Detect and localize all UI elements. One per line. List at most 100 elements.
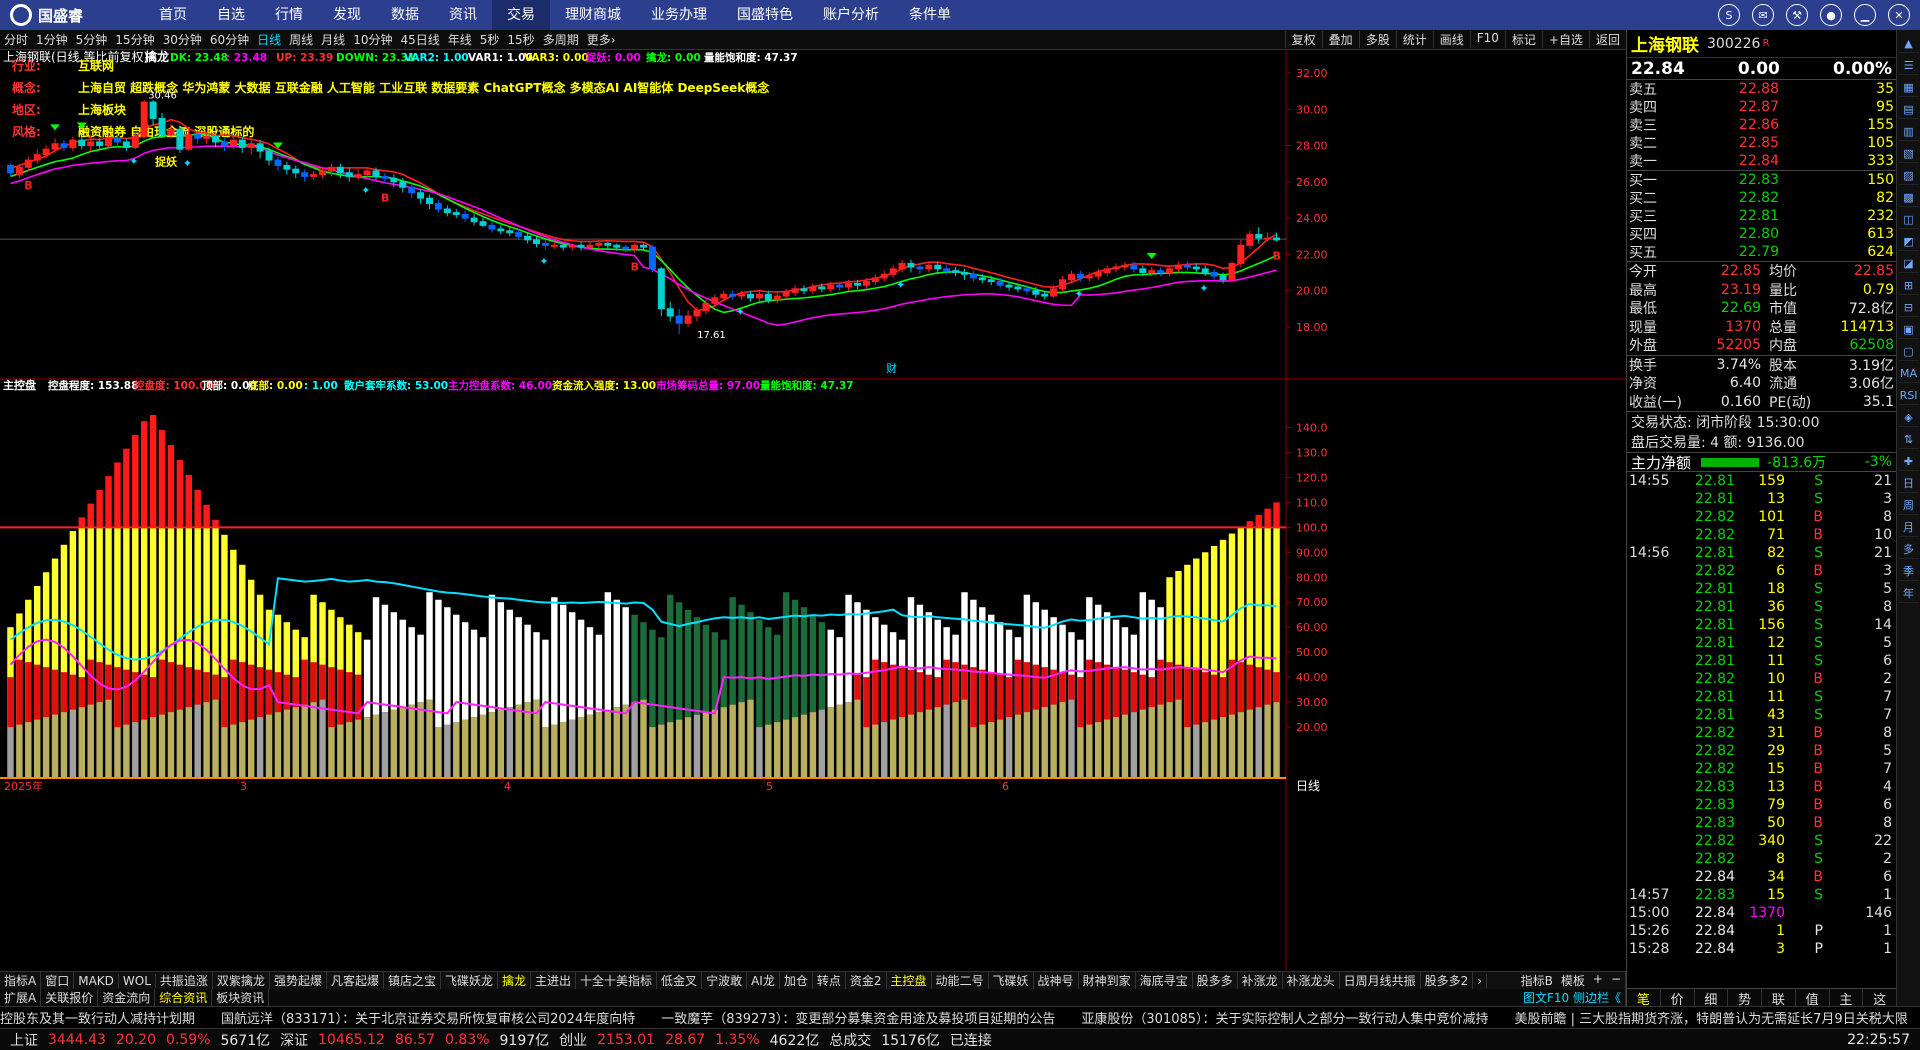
period-13[interactable]: 15秒 [503, 31, 538, 48]
period-15[interactable]: 更多› [583, 31, 620, 48]
extension-tab-4[interactable]: 板块资讯 [212, 989, 270, 1006]
window-control-icon-4[interactable]: ▁ [1854, 4, 1876, 26]
tick-row[interactable]: 22.81 11 S 6 [1627, 652, 1896, 670]
menu-item-5[interactable]: 资讯 [434, 0, 492, 30]
sidebar-button-icon-7[interactable]: ▩ [1898, 188, 1919, 207]
indicator-tab-3[interactable]: WOL [119, 973, 156, 988]
indicator-tab-6[interactable]: 强势起爆 [270, 972, 327, 989]
indicator-tab-18[interactable]: 资金2 [846, 972, 887, 989]
tick-row[interactable]: 22.83 79 B 6 [1627, 796, 1896, 814]
panel-tab-1[interactable]: 价 [1661, 989, 1695, 1008]
indicator-tab-16[interactable]: 加仓 [780, 972, 813, 989]
bid-row[interactable]: 买一 22.83 150 [1627, 171, 1896, 189]
indicator-tab-27[interactable]: 补涨龙头 [1283, 972, 1340, 989]
panel-tab-5[interactable]: 值 [1796, 989, 1830, 1008]
news-item-3[interactable]: 亚康股份（301085）：关于实际控制人之部分一致行动人集中竞价减持 [1081, 1008, 1488, 1027]
sidebar-button-icon-23[interactable]: 多 [1898, 540, 1919, 559]
tick-row[interactable]: 14:56 22.81 82 S 21 [1627, 544, 1896, 562]
period-9[interactable]: 10分钟 [349, 31, 396, 48]
ask-row[interactable]: 卖二 22.85 105 [1627, 134, 1896, 152]
sidebar-button-icon-6[interactable]: ▨ [1898, 166, 1919, 185]
news-item-0[interactable]: 控股东及其一致行动人减持计划期 [0, 1008, 195, 1027]
tick-row[interactable]: 22.82 71 B 10 [1627, 526, 1896, 544]
window-control-icon-1[interactable]: ✉ [1752, 4, 1774, 26]
period-2[interactable]: 5分钟 [72, 31, 112, 48]
sidebar-button-icon-17[interactable]: ◈ [1898, 408, 1919, 427]
period-5[interactable]: 60分钟 [206, 31, 253, 48]
indicator-tab-13[interactable]: 低金叉 [657, 972, 703, 989]
menu-item-2[interactable]: 行情 [260, 0, 318, 30]
indicator-right-0[interactable]: 指标B [1521, 972, 1553, 989]
toolbar-action-2[interactable]: 多股 [1358, 31, 1396, 48]
extension-tab-1[interactable]: 关联报价 [41, 989, 99, 1006]
tick-row[interactable]: 22.82 8 S 2 [1627, 850, 1896, 868]
tick-row[interactable]: 22.82 29 B 5 [1627, 742, 1896, 760]
toolbar-action-4[interactable]: 画线 [1432, 31, 1470, 48]
sidebar-button-icon-14[interactable]: ▢ [1898, 342, 1919, 361]
indicator-tab-19[interactable]: 主控盘 [887, 972, 932, 989]
indicator-tab-9[interactable]: 飞碟妖龙 [441, 972, 498, 989]
sidebar-button-icon-5[interactable]: ▧ [1898, 144, 1919, 163]
period-10[interactable]: 45日线 [396, 31, 443, 48]
ask-row[interactable]: 卖四 22.87 95 [1627, 98, 1896, 116]
indicator-tab-8[interactable]: 镇店之宝 [384, 972, 441, 989]
menu-item-9[interactable]: 国盛特色 [722, 0, 808, 30]
toolbar-action-6[interactable]: 标记 [1504, 31, 1542, 48]
indicator-tab-15[interactable]: AI龙 [747, 972, 780, 989]
period-0[interactable]: 分时 [0, 31, 32, 48]
indicator-right-1[interactable]: 模板 [1561, 972, 1585, 989]
indicator-tab-21[interactable]: 飞碟妖 [989, 972, 1034, 989]
sidebar-button-icon-22[interactable]: 月 [1898, 518, 1919, 537]
tick-row[interactable]: 15:00 22.84 1370 146 [1627, 904, 1896, 922]
indicator-tab-4[interactable]: 共振追涨 [156, 972, 213, 989]
sidebar-button-icon-8[interactable]: ◫ [1898, 210, 1919, 229]
panel-tab-0[interactable]: 笔 [1627, 989, 1661, 1008]
indicator-right-3[interactable]: − [1611, 972, 1621, 989]
sidebar-button-icon-24[interactable]: 季 [1898, 562, 1919, 581]
indicator-tab-25[interactable]: 股多多 [1193, 972, 1238, 989]
indicator-tab-5[interactable]: 双紫擒龙 [213, 972, 270, 989]
sidebar-button-icon-16[interactable]: RSI [1898, 386, 1919, 405]
period-11[interactable]: 年线 [444, 31, 476, 48]
sidebar-button-icon-21[interactable]: 周 [1898, 496, 1919, 515]
app-logo[interactable]: 国盛睿 [10, 4, 130, 26]
sidebar-button-icon-3[interactable]: ▤ [1898, 100, 1919, 119]
news-ticker[interactable]: 控股东及其一致行动人减持计划期 国航远洋（833171）：关于北京证券交易所恢复审… [0, 1006, 1920, 1028]
period-8[interactable]: 月线 [317, 31, 349, 48]
bid-row[interactable]: 买四 22.80 613 [1627, 225, 1896, 243]
indicator-tab-14[interactable]: 宁波敢 [702, 972, 748, 989]
panel-tab-3[interactable]: 势 [1728, 989, 1762, 1008]
sidebar-button-icon-19[interactable]: ✚ [1898, 452, 1919, 471]
tick-row[interactable]: 22.82 31 B 8 [1627, 724, 1896, 742]
menu-item-11[interactable]: 条件单 [894, 0, 966, 30]
tick-row[interactable]: 22.82 340 S 22 [1627, 832, 1896, 850]
tick-row[interactable]: 22.82 15 B 7 [1627, 760, 1896, 778]
tick-row[interactable]: 15:26 22.84 1 P 1 [1627, 922, 1896, 940]
panel-tab-4[interactable]: 联 [1762, 989, 1796, 1008]
panel-tab-7[interactable]: 这 [1863, 989, 1897, 1008]
tick-row[interactable]: 22.84 34 B 6 [1627, 868, 1896, 886]
bid-row[interactable]: 买三 22.81 232 [1627, 207, 1896, 225]
main-net-row[interactable]: 主力净额 -813.6万 -3% [1627, 452, 1896, 472]
indicator-tab-17[interactable]: 转点 [813, 972, 846, 989]
sidebar-button-icon-11[interactable]: ⊞ [1898, 276, 1919, 295]
sidebar-button-icon-4[interactable]: ▥ [1898, 122, 1919, 141]
tick-row[interactable]: 22.82 101 B 8 [1627, 508, 1896, 526]
sidebar-button-icon-10[interactable]: ◪ [1898, 254, 1919, 273]
indicator-tab-0[interactable]: 指标A [0, 972, 42, 989]
sidebar-button-icon-18[interactable]: ⇅ [1898, 430, 1919, 449]
period-3[interactable]: 15分钟 [111, 31, 158, 48]
tick-row[interactable]: 22.81 18 S 5 [1627, 580, 1896, 598]
menu-item-4[interactable]: 数据 [376, 0, 434, 30]
sidebar-button-icon-0[interactable]: ▲ [1898, 34, 1919, 53]
menu-item-1[interactable]: 自选 [202, 0, 260, 30]
indicator-right-2[interactable]: + [1593, 972, 1603, 989]
tick-row[interactable]: 14:55 22.81 159 S 21 [1627, 472, 1896, 490]
menu-item-6[interactable]: 交易 [492, 0, 550, 30]
indicator-tab-11[interactable]: 主进出 [531, 972, 577, 989]
indicator-tab-2[interactable]: MAKD [74, 973, 119, 988]
sidebar-button-icon-1[interactable]: ☰ [1898, 56, 1919, 75]
indicator-tab-10[interactable]: 擒龙 [498, 972, 532, 989]
tick-row[interactable]: 14:57 22.83 15 S 1 [1627, 886, 1896, 904]
window-control-icon-3[interactable]: ● [1820, 4, 1842, 26]
